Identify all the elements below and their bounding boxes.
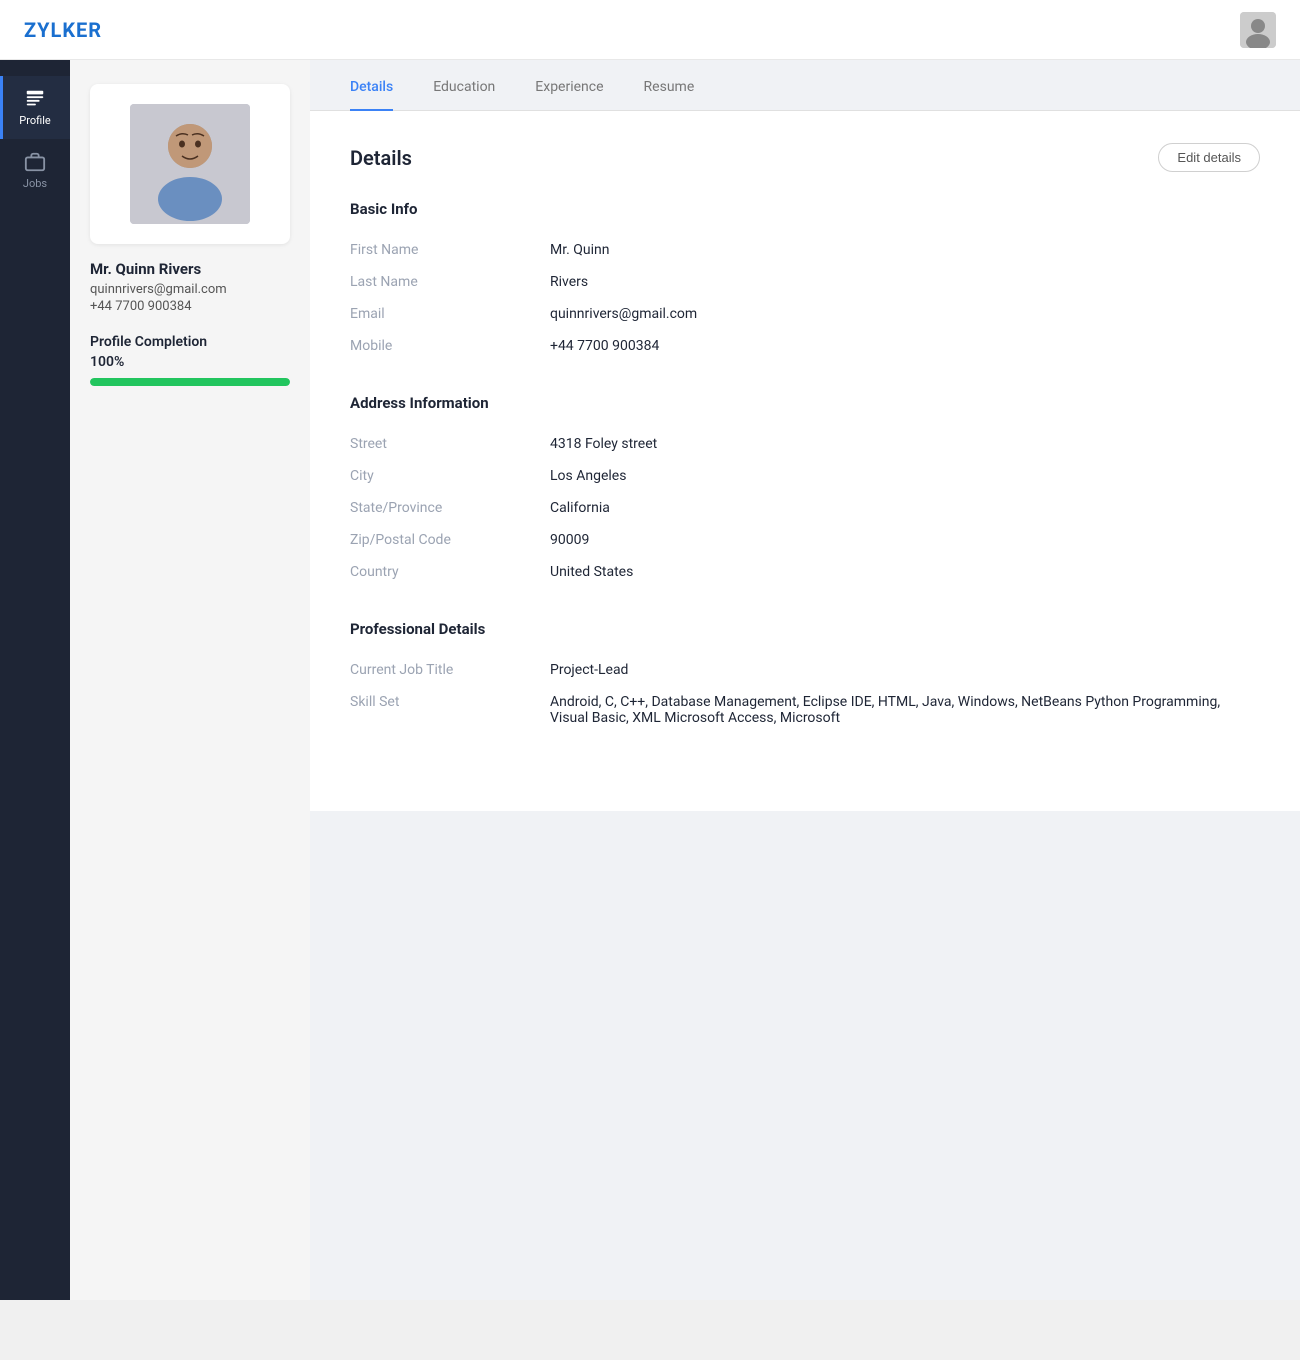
info-row: Emailquinnrivers@gmail.com <box>350 298 1260 330</box>
info-label: Zip/Postal Code <box>350 532 550 548</box>
edit-details-button[interactable]: Edit details <box>1158 143 1260 172</box>
info-value: +44 7700 900384 <box>550 338 1260 354</box>
profile-photo-card <box>90 84 290 244</box>
topbar: ZYLKER <box>0 0 1300 60</box>
sidebar-item-jobs[interactable]: Jobs <box>0 139 70 202</box>
info-value: 4318 Foley street <box>550 436 1260 452</box>
info-value: California <box>550 500 1260 516</box>
tab-education[interactable]: Education <box>433 61 495 111</box>
jobs-icon <box>24 151 46 173</box>
info-label: Last Name <box>350 274 550 290</box>
info-label: Current Job Title <box>350 662 550 678</box>
profile-email: quinnrivers@gmail.com <box>90 282 290 297</box>
info-row: Skill SetAndroid, C, C++, Database Manag… <box>350 686 1260 734</box>
info-row: Mobile+44 7700 900384 <box>350 330 1260 362</box>
info-value: Project-Lead <box>550 662 1260 678</box>
sidebar: Profile Jobs <box>0 60 70 1300</box>
profile-icon <box>24 88 46 110</box>
section-title-address: Address Information <box>350 394 1260 412</box>
info-value: United States <box>550 564 1260 580</box>
sections-container: Basic InfoFirst NameMr. QuinnLast NameRi… <box>350 200 1260 734</box>
profile-photo <box>130 104 250 224</box>
info-label: Mobile <box>350 338 550 354</box>
info-value: 90009 <box>550 532 1260 548</box>
info-value: quinnrivers@gmail.com <box>550 306 1260 322</box>
completion-percent: 100% <box>90 354 290 370</box>
info-label: Email <box>350 306 550 322</box>
details-card: Details Edit details Basic Info First Nam… <box>310 111 1300 811</box>
section-title-basic-info: Basic Info <box>350 200 1260 218</box>
info-row: CountryUnited States <box>350 556 1260 588</box>
completion-label: Profile Completion <box>90 334 290 350</box>
section-basic-info: Basic InfoFirst NameMr. QuinnLast NameRi… <box>350 200 1260 362</box>
info-label: City <box>350 468 550 484</box>
progress-bar <box>90 378 290 386</box>
tab-bar: Details Education Experience Resume <box>310 60 1300 111</box>
info-value: Los Angeles <box>550 468 1260 484</box>
main-content: Details Education Experience Resume Deta… <box>310 60 1300 1300</box>
progress-bar-fill <box>90 378 290 386</box>
section-title-professional: Professional Details <box>350 620 1260 638</box>
info-value: Mr. Quinn <box>550 242 1260 258</box>
info-row: Street4318 Foley street <box>350 428 1260 460</box>
sidebar-item-profile[interactable]: Profile <box>0 76 70 139</box>
info-label: Country <box>350 564 550 580</box>
sidebar-jobs-label: Jobs <box>23 177 47 190</box>
info-row: Zip/Postal Code90009 <box>350 524 1260 556</box>
info-row: Current Job TitleProject-Lead <box>350 654 1260 686</box>
info-value: Rivers <box>550 274 1260 290</box>
user-avatar[interactable] <box>1240 12 1276 48</box>
info-label: Street <box>350 436 550 452</box>
main-layout: Profile Jobs <box>0 60 1300 1300</box>
tab-details[interactable]: Details <box>350 61 393 111</box>
tab-resume[interactable]: Resume <box>644 61 695 111</box>
section-professional: Professional Details Current Job TitlePro… <box>350 620 1260 734</box>
profile-phone: +44 7700 900384 <box>90 299 290 314</box>
profile-name: Mr. Quinn Rivers <box>90 260 290 278</box>
sidebar-profile-label: Profile <box>19 114 50 127</box>
info-label: First Name <box>350 242 550 258</box>
info-row: State/ProvinceCalifornia <box>350 492 1260 524</box>
app-logo: ZYLKER <box>24 18 102 42</box>
info-label: Skill Set <box>350 694 550 726</box>
info-label: State/Province <box>350 500 550 516</box>
details-title: Details <box>350 146 412 170</box>
info-value: Android, C, C++, Database Management, Ec… <box>550 694 1260 726</box>
details-header: Details Edit details <box>350 143 1260 172</box>
left-panel: Mr. Quinn Rivers quinnrivers@gmail.com +… <box>70 60 310 1300</box>
section-address: Address Information Street4318 Foley stre… <box>350 394 1260 588</box>
info-row: CityLos Angeles <box>350 460 1260 492</box>
info-row: Last NameRivers <box>350 266 1260 298</box>
info-row: First NameMr. Quinn <box>350 234 1260 266</box>
tab-experience[interactable]: Experience <box>535 61 603 111</box>
